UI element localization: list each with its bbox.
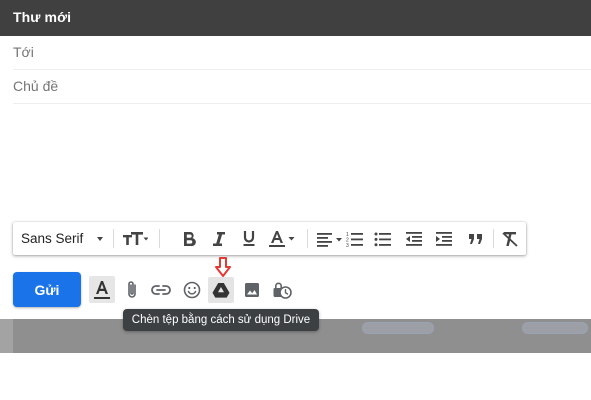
toolbar-divider — [113, 229, 114, 248]
bold-icon — [184, 231, 196, 246]
link-icon — [151, 285, 171, 295]
italic-icon — [213, 231, 225, 246]
background-edge — [0, 319, 13, 353]
indent-more-icon — [436, 231, 452, 246]
numbered-list-button[interactable]: 1 2 3 — [342, 222, 368, 255]
confidential-mode-icon — [273, 282, 292, 299]
underline-button[interactable] — [236, 222, 262, 255]
toolbar-divider — [307, 229, 308, 248]
font-size-icon — [123, 231, 148, 245]
bulleted-list-icon — [374, 232, 391, 246]
insert-emoji-button[interactable] — [179, 277, 205, 303]
confidential-mode-button[interactable] — [269, 277, 295, 303]
background-chip — [362, 322, 434, 334]
emoji-icon — [183, 281, 201, 299]
drive-icon — [212, 283, 230, 298]
bold-button[interactable] — [176, 222, 202, 255]
toolbar-divider — [493, 229, 494, 248]
font-family-select[interactable]: Sans Serif — [13, 222, 113, 255]
quote-icon — [469, 233, 482, 244]
message-body[interactable] — [13, 104, 583, 220]
photo-icon — [245, 283, 259, 297]
numbered-list-icon: 1 2 3 — [346, 232, 363, 247]
font-size-button[interactable] — [117, 222, 153, 255]
insert-photo-button[interactable] — [239, 277, 265, 303]
formatting-options-button[interactable] — [89, 276, 115, 303]
text-color-icon — [269, 230, 295, 247]
compose-header[interactable]: Thư mới — [0, 0, 591, 36]
chevron-down-icon — [97, 237, 103, 241]
to-field[interactable]: Tới — [13, 36, 591, 70]
italic-button[interactable] — [206, 222, 232, 255]
quote-button[interactable] — [463, 222, 489, 255]
formatting-toolbar: Sans Serif 1 2 3 — [13, 222, 526, 255]
indent-less-icon — [406, 231, 422, 246]
svg-text:3: 3 — [346, 243, 349, 247]
background-chip — [522, 322, 588, 334]
formatting-options-icon — [94, 281, 110, 299]
bulleted-list-button[interactable] — [370, 222, 396, 255]
insert-link-button[interactable] — [148, 277, 174, 303]
compose-window: Thư mới Tới Chủ đề Sans Serif 1 2 3 Gửi … — [0, 0, 591, 353]
underline-icon — [243, 231, 255, 246]
to-placeholder: Tới — [13, 44, 34, 60]
toolbar-divider — [159, 229, 160, 248]
annotation-arrow-icon — [215, 257, 231, 277]
remove-formatting-button[interactable] — [497, 222, 523, 255]
indent-less-button[interactable] — [401, 222, 427, 255]
send-button[interactable]: Gửi — [13, 272, 81, 307]
insert-drive-button[interactable] — [208, 277, 234, 303]
remove-formatting-icon — [502, 231, 518, 247]
text-color-button[interactable] — [263, 222, 303, 255]
subject-placeholder: Chủ đề — [13, 78, 59, 94]
font-family-label: Sans Serif — [21, 231, 84, 246]
attach-button[interactable] — [119, 277, 145, 303]
attach-icon — [128, 281, 136, 298]
indent-more-button[interactable] — [431, 222, 457, 255]
drive-tooltip: Chèn tệp bằng cách sử dụng Drive — [123, 309, 319, 331]
compose-title: Thư mới — [13, 9, 72, 25]
subject-field[interactable]: Chủ đề — [13, 70, 591, 104]
